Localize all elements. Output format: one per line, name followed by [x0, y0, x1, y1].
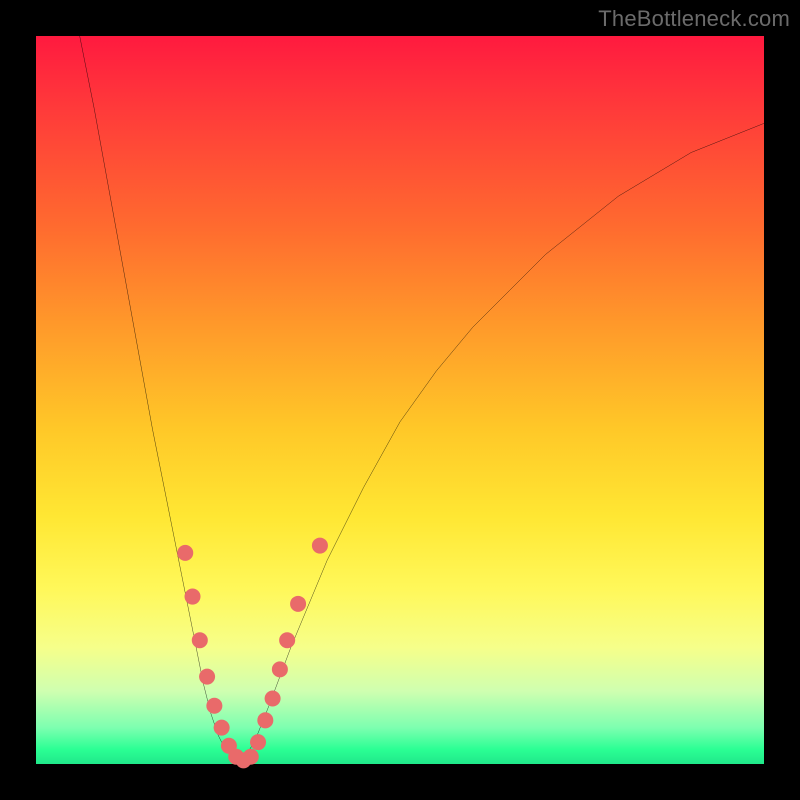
marker-14	[279, 632, 295, 648]
marker-9	[243, 749, 259, 765]
marker-11	[257, 712, 273, 728]
marker-10	[250, 734, 266, 750]
marker-16	[312, 538, 328, 554]
marker-2	[192, 632, 208, 648]
marker-4	[206, 698, 222, 714]
watermark-text: TheBottleneck.com	[598, 6, 790, 32]
marker-5	[214, 720, 230, 736]
chart-svg	[36, 36, 764, 764]
curve-left-branch	[80, 36, 240, 764]
marker-3	[199, 669, 215, 685]
marker-12	[265, 690, 281, 706]
chart-frame: TheBottleneck.com	[0, 0, 800, 800]
points-group	[177, 538, 328, 769]
marker-0	[177, 545, 193, 561]
marker-13	[272, 661, 288, 677]
series-group	[80, 36, 764, 764]
plot-area	[36, 36, 764, 764]
marker-15	[290, 596, 306, 612]
marker-1	[185, 589, 201, 605]
curve-right-branch	[240, 123, 764, 764]
